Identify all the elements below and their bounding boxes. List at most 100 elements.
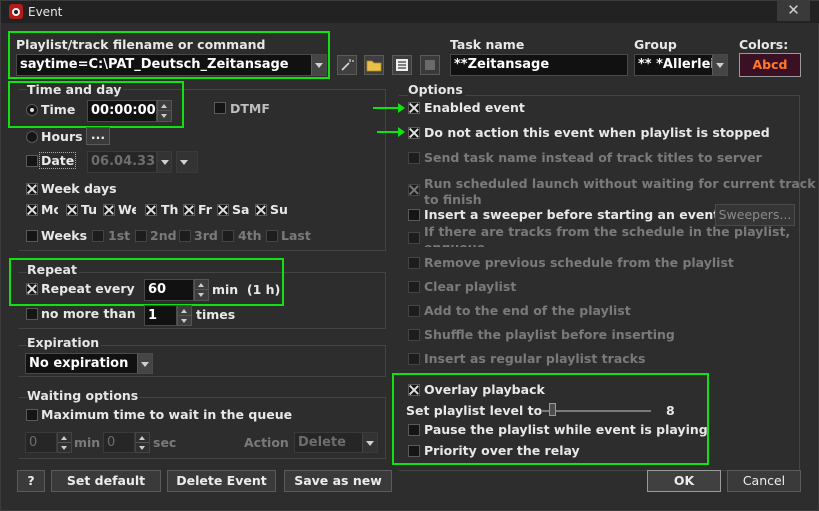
spin-down-icon[interactable] <box>178 316 191 326</box>
action-combo[interactable]: Delete <box>294 432 378 453</box>
wand-icon <box>341 59 354 71</box>
day-we-label: We <box>118 202 136 217</box>
cancel-button[interactable]: Cancel <box>727 470 801 492</box>
day-th-checkbox[interactable] <box>145 204 157 216</box>
close-button[interactable]: ✕ <box>777 1 810 21</box>
window-title: Event <box>28 5 63 19</box>
day-fr-checkbox[interactable] <box>183 204 195 216</box>
help-button[interactable]: ? <box>17 470 45 492</box>
blank-button[interactable] <box>420 55 440 75</box>
chevron-down-icon[interactable] <box>158 152 171 172</box>
date-spinner[interactable] <box>176 151 198 173</box>
send-task-checkbox[interactable] <box>408 152 420 164</box>
spin-up-icon[interactable] <box>136 433 149 443</box>
week-4th-checkbox[interactable] <box>222 230 234 242</box>
highlight-source <box>8 31 330 79</box>
nomore-input[interactable]: 1 <box>144 305 177 326</box>
options-title: Options <box>408 82 465 97</box>
run-sched-checkbox[interactable] <box>408 184 420 196</box>
date-input[interactable]: 06.04.3333 <box>87 151 157 173</box>
dtmf-checkbox[interactable] <box>214 102 226 114</box>
open-folder-button[interactable] <box>364 55 384 75</box>
week-last-checkbox[interactable] <box>266 230 278 242</box>
clear-checkbox[interactable] <box>408 281 420 293</box>
arrow-enabled-icon <box>373 103 405 113</box>
day-su-checkbox[interactable] <box>255 204 267 216</box>
wait-sec-spinner[interactable] <box>135 432 150 453</box>
day-sa-checkbox[interactable] <box>217 204 229 216</box>
chevron-down-icon[interactable] <box>137 354 152 373</box>
day-tu-checkbox[interactable] <box>66 204 78 216</box>
max-wait-label: Maximum time to wait in the queue <box>41 407 293 422</box>
no-action-label: Do not action this event when playlist i… <box>424 125 770 140</box>
sweeper-checkbox[interactable] <box>408 209 420 221</box>
week-1st-checkbox[interactable] <box>92 230 104 242</box>
sweepers-button[interactable]: Sweepers... <box>715 204 795 226</box>
remove-prev-checkbox[interactable] <box>408 257 420 269</box>
max-wait-checkbox[interactable] <box>26 409 38 421</box>
group-label: Group <box>634 37 677 52</box>
week-2nd-checkbox[interactable] <box>135 230 147 242</box>
date-checkbox[interactable] <box>26 155 38 167</box>
week-3rd-checkbox[interactable] <box>179 230 191 242</box>
remove-prev-label: Remove previous schedule from the playli… <box>424 255 734 270</box>
spin-down-icon[interactable] <box>58 443 71 453</box>
enabled-label: Enabled event <box>424 100 525 115</box>
week-2nd-label: 2nd <box>150 228 177 243</box>
list-icon <box>396 59 408 71</box>
date-dropdown[interactable] <box>157 151 172 173</box>
nomore-unit: times <box>196 307 236 322</box>
nomore-label: no more than <box>41 306 136 321</box>
ok-button[interactable]: OK <box>647 470 721 492</box>
wait-sec-input[interactable]: 0 <box>103 432 135 453</box>
highlight-repeat <box>9 258 284 306</box>
spin-up-icon[interactable] <box>58 433 71 443</box>
if-tracks-clip: If there are tracks from the schedule in… <box>424 225 794 247</box>
shuffle-label: Shuffle the playlist before inserting <box>424 327 675 342</box>
chevron-down-icon[interactable] <box>712 55 727 75</box>
weekdays-checkbox[interactable] <box>26 183 38 195</box>
send-task-label: Send task name instead of track titles t… <box>424 150 762 165</box>
chevron-down-icon[interactable] <box>362 433 377 452</box>
day-mo-checkbox[interactable] <box>26 204 38 216</box>
day-we-checkbox[interactable] <box>103 204 115 216</box>
magic-wand-button[interactable] <box>337 55 357 75</box>
action-label: Action <box>244 435 289 450</box>
spin-down-icon[interactable] <box>136 443 149 453</box>
task-input[interactable]: **Zeitansage <box>450 54 628 76</box>
wait-sec-unit: sec <box>153 435 177 450</box>
wait-min-spinner[interactable] <box>57 432 72 453</box>
spin-up-icon[interactable] <box>178 306 191 316</box>
delete-event-button[interactable]: Delete Event <box>167 470 276 492</box>
weeks-checkbox[interactable] <box>26 230 38 242</box>
run-sched-label-2: to finish <box>424 192 482 207</box>
if-tracks-label-2: enqueue <box>424 240 485 247</box>
hours-browse-button[interactable]: ... <box>86 127 110 145</box>
day-su-label: Su <box>270 202 288 217</box>
set-default-button[interactable]: Set default <box>51 470 161 492</box>
expiration-combo[interactable]: No expiration <box>25 353 153 374</box>
hours-radio[interactable] <box>26 131 38 143</box>
insert-regular-checkbox[interactable] <box>408 353 420 365</box>
arrow-no-action-icon <box>377 127 405 137</box>
shuffle-checkbox[interactable] <box>408 329 420 341</box>
add-end-checkbox[interactable] <box>408 305 420 317</box>
expiration-value: No expiration <box>29 356 129 371</box>
day-fr-label: Fr <box>198 202 212 217</box>
event-dialog: Event ✕ Playlist/track filename or comma… <box>0 0 819 511</box>
no-action-checkbox[interactable] <box>408 127 420 139</box>
save-as-new-button[interactable]: Save as new <box>284 470 392 492</box>
enabled-checkbox[interactable] <box>408 102 420 114</box>
if-tracks-label: If there are tracks from the schedule in… <box>424 225 791 239</box>
wait-min-input[interactable]: 0 <box>25 432 57 453</box>
sweeper-label: Insert a sweeper before starting an even… <box>424 207 720 222</box>
list-button[interactable] <box>392 55 412 75</box>
nomore-spinner[interactable] <box>177 305 192 326</box>
group-combo[interactable]: ** *Allerlei <box>634 54 728 76</box>
waiting-title: Waiting options <box>27 388 141 403</box>
nomore-checkbox[interactable] <box>26 308 38 320</box>
expiration-title: Expiration <box>27 335 102 350</box>
colors-swatch[interactable]: Abcd <box>739 53 801 77</box>
chevron-down-icon[interactable] <box>177 152 197 172</box>
if-tracks-checkbox[interactable] <box>408 232 420 244</box>
